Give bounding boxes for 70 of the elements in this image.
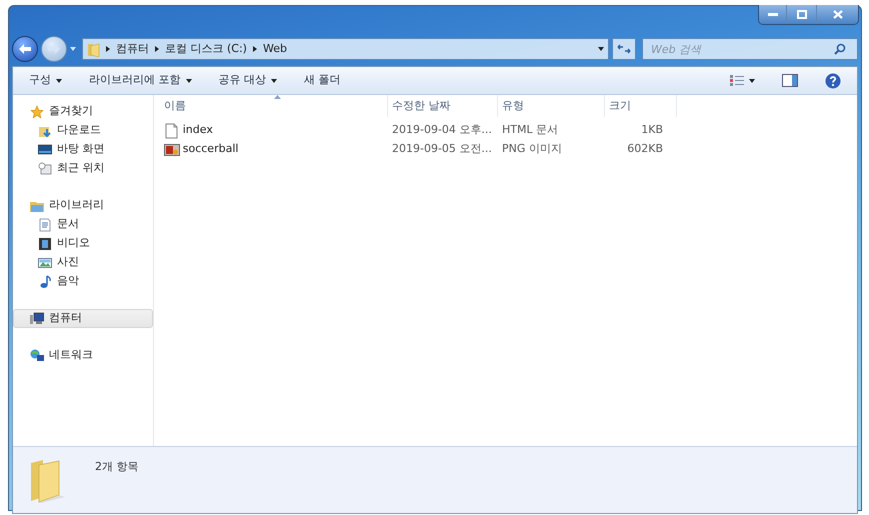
- preview-pane-icon: [782, 74, 798, 87]
- sidebar-item[interactable]: 음악: [13, 272, 153, 291]
- back-button[interactable]: [12, 36, 38, 62]
- computer-icon: [30, 312, 44, 326]
- sidebar-item[interactable]: 컴퓨터: [13, 309, 153, 328]
- desktop-icon: [38, 142, 52, 156]
- list-view-icon: [730, 75, 744, 86]
- history-caret-icon[interactable]: [70, 47, 76, 51]
- caret-icon: [186, 78, 192, 82]
- column-header[interactable]: 유형: [498, 95, 605, 117]
- table-cell-text: 1KB: [640, 122, 663, 138]
- chevron-icon[interactable]: [155, 46, 159, 52]
- address-bar[interactable]: 컴퓨터 로컬 디스크 (C:) Web: [82, 38, 609, 60]
- file-name[interactable]: soccerball: [160, 141, 388, 158]
- toolbar-button[interactable]: 라이브러리에 포함: [81, 69, 200, 92]
- sidebar-item[interactable]: 문서: [13, 215, 153, 234]
- minimize-button[interactable]: [759, 5, 786, 24]
- sidebar-item[interactable]: 네트워크: [13, 346, 153, 365]
- folder-icon: [29, 459, 65, 503]
- toolbar-button[interactable]: 구성: [21, 69, 70, 92]
- maximize-icon: [796, 10, 806, 19]
- minimize-icon: [768, 12, 778, 16]
- arrow-left-icon: [18, 43, 32, 55]
- sidebar-item[interactable]: 다운로드: [13, 121, 153, 140]
- table-cell-text: HTML 문서: [501, 122, 560, 138]
- search-field[interactable]: Web 검색: [642, 38, 858, 60]
- column-header[interactable]: 크기: [605, 95, 677, 117]
- dropdown-caret-icon[interactable]: [598, 47, 604, 51]
- network-icon: [30, 348, 44, 362]
- film-icon: [38, 236, 52, 250]
- breadcrumb[interactable]: Web: [262, 40, 287, 58]
- picture-icon: [38, 256, 52, 270]
- caret-icon: [271, 78, 277, 82]
- sort-arrow-icon[interactable]: [274, 95, 280, 99]
- toolbar-button[interactable]: 공유 대상: [210, 69, 285, 92]
- forward-button[interactable]: [41, 36, 67, 62]
- document-icon: [38, 218, 52, 232]
- table-cell-text: PNG 이미지: [501, 141, 563, 158]
- document-icon: [164, 122, 180, 138]
- item-count: 2개 항목: [95, 459, 138, 475]
- breadcrumb[interactable]: 로컬 디스크 (C:): [165, 40, 247, 58]
- folder-icon: [87, 42, 100, 56]
- column-header[interactable]: 수정한 날짜: [388, 95, 498, 117]
- chevron-icon[interactable]: [106, 46, 110, 52]
- chevron-icon[interactable]: [252, 46, 257, 52]
- maximize-button[interactable]: [786, 5, 816, 24]
- close-icon: [832, 10, 842, 19]
- breadcrumb[interactable]: 컴퓨터: [116, 40, 149, 58]
- column-header[interactable]: 이름: [160, 95, 388, 117]
- refresh-button[interactable]: [612, 38, 636, 60]
- sidebar-item[interactable]: 최근 위치: [13, 159, 153, 178]
- arrow-right-icon: [47, 43, 61, 55]
- caret-icon: [56, 78, 62, 82]
- music-note-icon: [38, 274, 52, 288]
- sidebar-item[interactable]: 즐겨찾기: [13, 102, 153, 121]
- star-icon: [30, 104, 44, 118]
- table-cell-text: 2019-09-04 오후...: [391, 122, 493, 138]
- help-icon: [825, 72, 841, 88]
- sidebar-item[interactable]: 바탕 화면: [13, 140, 153, 159]
- toolbar-button[interactable]: 새 폴더: [296, 69, 348, 92]
- image-file-icon: [164, 142, 180, 158]
- close-button[interactable]: [816, 5, 858, 24]
- table-cell-text: 602KB: [626, 141, 663, 158]
- search-icon: [834, 43, 846, 55]
- table-cell-text: 2019-09-05 오전...: [391, 141, 493, 158]
- sidebar-item[interactable]: 라이브러리: [13, 196, 153, 215]
- sidebar-item[interactable]: 비디오: [13, 234, 153, 253]
- sidebar-item[interactable]: 사진: [13, 253, 153, 272]
- file-name[interactable]: index: [160, 122, 388, 139]
- refresh-icon: [617, 43, 631, 55]
